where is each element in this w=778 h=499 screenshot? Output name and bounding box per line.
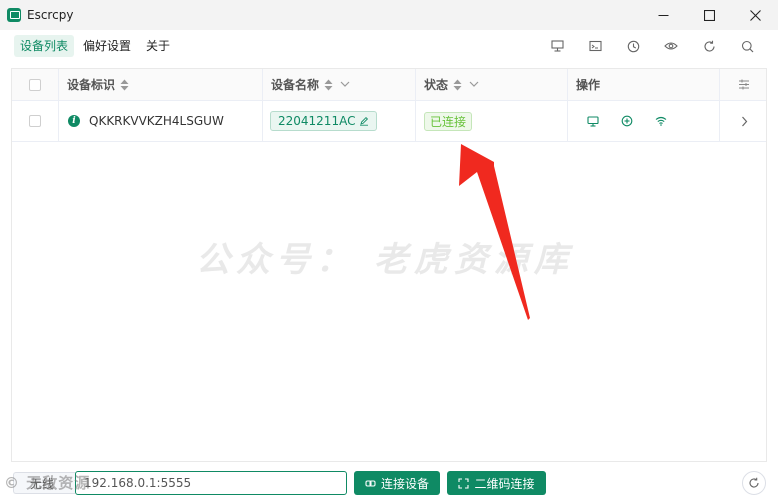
header-device-name[interactable]: 设备名称 xyxy=(263,69,416,100)
minimize-button[interactable] xyxy=(640,0,686,30)
select-all-checkbox[interactable] xyxy=(29,78,41,91)
tab-about[interactable]: 关于 xyxy=(140,35,176,57)
cell-actions xyxy=(568,101,720,141)
header-device-id-label: 设备标识 xyxy=(67,78,116,92)
header-status[interactable]: 状态 xyxy=(416,69,568,100)
search-button[interactable] xyxy=(728,30,766,62)
wifi-icon xyxy=(655,116,667,126)
eye-button[interactable] xyxy=(652,30,690,62)
minimize-icon xyxy=(658,14,668,16)
window-controls xyxy=(640,0,778,30)
header-actions-label: 操作 xyxy=(576,78,601,92)
connect-device-label: 连接设备 xyxy=(380,476,429,491)
plus-circle-icon xyxy=(621,115,633,127)
sort-icon[interactable] xyxy=(120,79,129,91)
device-name-tag[interactable]: 22041211AC xyxy=(270,111,378,131)
edit-icon[interactable] xyxy=(359,116,369,126)
connect-device-button[interactable]: 连接设备 xyxy=(354,471,440,495)
refresh-icon xyxy=(703,40,715,52)
header-status-label: 状态 xyxy=(424,78,449,92)
window-title: Escrcpy xyxy=(27,8,74,22)
chevron-down-icon[interactable] xyxy=(469,81,479,88)
expand-row-cell[interactable] xyxy=(720,101,768,141)
qr-connect-button[interactable]: 二维码连接 xyxy=(447,471,546,495)
cell-status: 已连接 xyxy=(416,101,568,141)
maximize-button[interactable] xyxy=(686,0,732,30)
maximize-icon xyxy=(703,9,715,21)
terminal-button[interactable] xyxy=(576,30,614,62)
display-button[interactable] xyxy=(538,30,576,62)
device-serial: QKKRKVVKZH4LSGUW xyxy=(89,114,224,128)
sort-icon[interactable] xyxy=(453,79,462,91)
chevron-right-icon xyxy=(741,116,747,126)
row-checkbox[interactable] xyxy=(29,115,41,127)
tab-preferences[interactable]: 偏好设置 xyxy=(77,35,137,57)
column-settings-cell[interactable] xyxy=(720,69,768,100)
sort-icon[interactable] xyxy=(324,79,333,91)
close-button[interactable] xyxy=(732,0,778,30)
display-icon xyxy=(550,40,564,52)
sliders-icon xyxy=(739,79,749,90)
refresh-icon xyxy=(749,477,759,488)
refresh-button[interactable] xyxy=(690,30,728,62)
table-row[interactable]: i QKKRKVVKZH4LSGUW 22041211AC 已连接 xyxy=(12,101,766,142)
table-header: 设备标识 设备名称 状态 操作 xyxy=(12,69,766,101)
header-device-name-label: 设备名称 xyxy=(271,78,320,92)
tab-device-list[interactable]: 设备列表 xyxy=(14,35,75,57)
more-actions-button[interactable] xyxy=(617,111,637,131)
monitor-icon xyxy=(587,115,599,127)
cell-device-name: 22041211AC xyxy=(263,101,416,141)
history-button[interactable] xyxy=(614,30,652,62)
bottom-bar: 无线 连接设备 二维码连接 xyxy=(0,466,778,499)
history-icon xyxy=(627,40,639,52)
chevron-down-icon[interactable] xyxy=(340,81,350,88)
app-logo-icon xyxy=(7,8,21,22)
mirror-button[interactable] xyxy=(583,111,603,131)
header-select-cell xyxy=(12,69,59,100)
menu-toolbar xyxy=(538,30,766,62)
header-device-id[interactable]: 设备标识 xyxy=(59,69,263,100)
refresh-devices-button[interactable] xyxy=(742,471,766,495)
info-icon[interactable]: i xyxy=(68,115,80,127)
row-select-cell xyxy=(12,101,59,141)
address-input[interactable] xyxy=(75,471,347,495)
terminal-icon xyxy=(588,40,602,52)
search-icon xyxy=(741,40,753,52)
qr-connect-label: 二维码连接 xyxy=(474,476,535,491)
cell-device-id: i QKKRKVVKZH4LSGUW xyxy=(59,101,263,141)
wireless-button[interactable] xyxy=(651,111,671,131)
menu-bar: 设备列表 偏好设置 关于 xyxy=(0,30,778,62)
eye-icon xyxy=(664,42,678,50)
header-actions: 操作 xyxy=(568,69,720,100)
corner-watermark: © 无敌资源 xyxy=(4,474,91,492)
title-bar: Escrcpy xyxy=(0,0,778,30)
device-name-text: 22041211AC xyxy=(278,114,356,128)
scan-icon xyxy=(458,477,470,489)
close-icon xyxy=(749,9,761,21)
red-arrow-annotation xyxy=(459,144,530,320)
link-icon xyxy=(365,479,376,487)
status-badge: 已连接 xyxy=(424,111,473,131)
